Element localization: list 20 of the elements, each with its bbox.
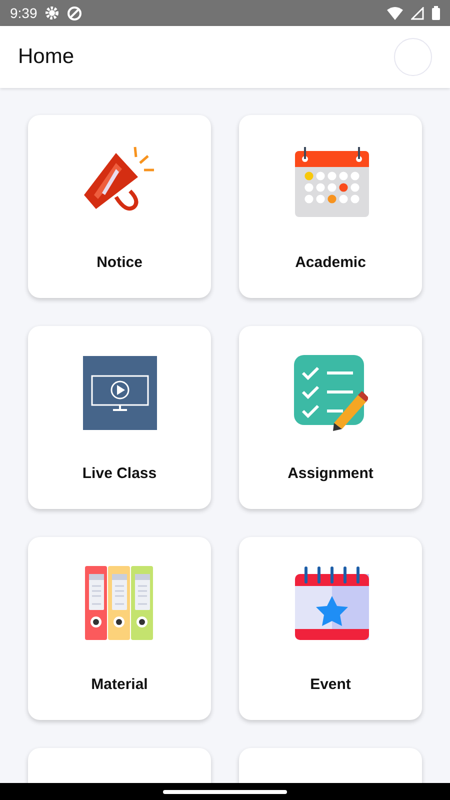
monitor-icon bbox=[82, 356, 156, 430]
gear-icon bbox=[45, 6, 60, 20]
page-title: Home bbox=[18, 45, 74, 69]
menu-card[interactable]: Live Class bbox=[28, 326, 211, 509]
home-handle[interactable] bbox=[163, 790, 287, 794]
calendar-icon bbox=[292, 145, 368, 219]
menu-card[interactable]: Assignment bbox=[239, 326, 422, 509]
signal-icon bbox=[411, 6, 424, 20]
star-calendar-icon bbox=[292, 566, 368, 642]
binders-icon bbox=[84, 566, 154, 642]
wifi-icon bbox=[387, 6, 403, 20]
checklist-icon bbox=[294, 355, 368, 431]
battery-icon bbox=[432, 6, 440, 20]
menu-card[interactable]: Academic bbox=[239, 115, 422, 298]
status-time: 9:39 bbox=[10, 5, 38, 21]
menu-card[interactable]: Event bbox=[239, 537, 422, 720]
menu-card[interactable]: Notice bbox=[28, 115, 211, 298]
avatar[interactable] bbox=[394, 38, 432, 76]
data-saver-icon bbox=[67, 6, 82, 20]
menu-card[interactable]: Material bbox=[28, 537, 211, 720]
